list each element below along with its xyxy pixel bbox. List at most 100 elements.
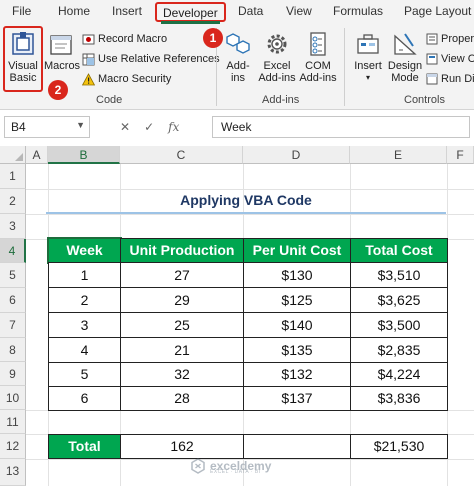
- column-header-e[interactable]: E: [350, 146, 447, 164]
- insert-control-label: Insert: [354, 60, 382, 72]
- row-header-13[interactable]: 13: [0, 459, 26, 486]
- com-add-ins-icon: [310, 32, 326, 56]
- table-cell[interactable]: 29: [120, 287, 244, 313]
- column-header-b[interactable]: B: [48, 146, 120, 164]
- insert-control-button[interactable]: Insert ▾: [350, 30, 386, 84]
- properties-button[interactable]: Proper: [426, 31, 474, 47]
- column-header-c[interactable]: C: [120, 146, 243, 164]
- table-cell[interactable]: 27: [120, 262, 244, 288]
- chevron-down-icon[interactable]: ▼: [76, 120, 85, 130]
- row-header-7[interactable]: 7: [0, 313, 26, 338]
- total-label-cell[interactable]: Total: [48, 434, 121, 459]
- formula-input[interactable]: Week: [212, 116, 470, 138]
- excel-add-ins-label-line1: Excel: [263, 60, 291, 72]
- table-header-cell[interactable]: Unit Production: [120, 238, 244, 263]
- column-header-f[interactable]: F: [447, 146, 474, 164]
- name-box-value: B4: [11, 120, 26, 134]
- table-header-cell[interactable]: Week: [47, 237, 122, 264]
- table-cell[interactable]: $3,836: [350, 386, 448, 411]
- table-cell[interactable]: $125: [243, 287, 351, 313]
- row-header-3[interactable]: 3: [0, 214, 26, 239]
- tab-insert[interactable]: Insert: [112, 4, 142, 18]
- com-add-ins-label-line2: Add-ins: [299, 72, 337, 84]
- code-group-label: Code: [96, 94, 123, 106]
- enter-icon[interactable]: ✓: [144, 120, 154, 134]
- row-header-12[interactable]: 12: [0, 434, 26, 459]
- add-ins-label-line2: ins: [230, 72, 246, 84]
- sheet-title[interactable]: Applying VBA Code: [46, 186, 446, 214]
- table-cell[interactable]: $130: [243, 262, 351, 288]
- row-header-8[interactable]: 8: [0, 338, 26, 362]
- table-cell[interactable]: 32: [120, 362, 244, 387]
- tab-formulas[interactable]: Formulas: [333, 4, 383, 18]
- row-header-5[interactable]: 5: [0, 263, 26, 288]
- row-header-9[interactable]: 9: [0, 362, 26, 386]
- tab-developer[interactable]: Developer: [155, 2, 226, 24]
- name-box[interactable]: B4 ▼: [4, 116, 90, 138]
- visual-basic-button[interactable]: Visual Basic: [5, 30, 41, 84]
- group-divider: [344, 28, 345, 106]
- tab-view[interactable]: View: [286, 4, 312, 18]
- table-cell[interactable]: $4,224: [350, 362, 448, 387]
- table-header-cell[interactable]: Per Unit Cost: [243, 238, 351, 263]
- table-cell[interactable]: $132: [243, 362, 351, 387]
- add-ins-group-label: Add-ins: [262, 94, 300, 106]
- row-header-6[interactable]: 6: [0, 288, 26, 313]
- table-cell[interactable]: $137: [243, 386, 351, 411]
- macros-button[interactable]: Macros: [44, 30, 81, 72]
- row-header-2[interactable]: 2: [0, 189, 26, 214]
- exceldemy-logo-icon: [191, 458, 205, 474]
- macros-icon: [50, 35, 72, 55]
- relative-references-icon: [82, 53, 95, 65]
- table-cell[interactable]: 1: [48, 262, 121, 288]
- add-ins-button[interactable]: Add- ins: [222, 30, 254, 84]
- view-code-button[interactable]: View C: [426, 51, 474, 67]
- table-cell[interactable]: $3,510: [350, 262, 448, 288]
- column-header-d[interactable]: D: [243, 146, 350, 164]
- ribbon-tab-bar: File Home Insert Developer Data View For…: [0, 0, 474, 24]
- tab-data[interactable]: Data: [238, 4, 263, 18]
- design-mode-icon: [394, 33, 417, 55]
- excel-add-ins-button[interactable]: Excel Add-ins: [256, 30, 298, 84]
- view-code-label: View C: [441, 53, 474, 65]
- toolbox-icon: [357, 34, 379, 54]
- table-cell[interactable]: $140: [243, 312, 351, 338]
- table-cell[interactable]: $3,625: [350, 287, 448, 313]
- tab-page-layout[interactable]: Page Layout: [404, 4, 471, 18]
- column-header-a[interactable]: A: [26, 146, 48, 164]
- macros-label: Macros: [44, 60, 81, 72]
- cancel-icon[interactable]: ✕: [120, 120, 130, 134]
- relative-references-button[interactable]: Use Relative References: [82, 51, 220, 67]
- record-macro-button[interactable]: Record Macro: [82, 31, 167, 47]
- table-cell[interactable]: 4: [48, 337, 121, 363]
- row-header-11[interactable]: 11: [0, 410, 26, 434]
- table-cell[interactable]: 28: [120, 386, 244, 411]
- table-cell[interactable]: 25: [120, 312, 244, 338]
- macro-security-button[interactable]: Macro Security: [82, 71, 171, 87]
- table-cell[interactable]: 21: [120, 337, 244, 363]
- table-cell[interactable]: $135: [243, 337, 351, 363]
- table-cell[interactable]: 3: [48, 312, 121, 338]
- row-header-4[interactable]: 4: [0, 239, 26, 263]
- table-cell[interactable]: $3,500: [350, 312, 448, 338]
- row-header-1[interactable]: 1: [0, 164, 26, 189]
- tab-home[interactable]: Home: [58, 4, 90, 18]
- run-dialog-label: Run Di: [441, 73, 474, 85]
- table-cell[interactable]: 6: [48, 386, 121, 411]
- design-mode-button[interactable]: Design Mode: [387, 30, 423, 84]
- run-dialog-button[interactable]: Run Di: [426, 71, 474, 87]
- record-macro-label: Record Macro: [98, 33, 168, 45]
- tab-file[interactable]: File: [12, 4, 31, 18]
- visual-basic-label-line1: Visual: [8, 60, 38, 72]
- excel-add-ins-label-line2: Add-ins: [258, 72, 296, 84]
- insert-function-icon[interactable]: fx: [168, 120, 179, 134]
- total-cost-cell[interactable]: $21,530: [350, 434, 448, 459]
- com-add-ins-button[interactable]: COM Add-ins: [298, 30, 338, 84]
- table-cell[interactable]: 2: [48, 287, 121, 313]
- table-cell[interactable]: 5: [48, 362, 121, 387]
- table-header-cell[interactable]: Total Cost: [350, 238, 448, 263]
- row-header-10[interactable]: 10: [0, 386, 26, 410]
- properties-icon: [426, 33, 438, 45]
- table-cell[interactable]: $2,835: [350, 337, 448, 363]
- select-all-corner[interactable]: [0, 146, 26, 164]
